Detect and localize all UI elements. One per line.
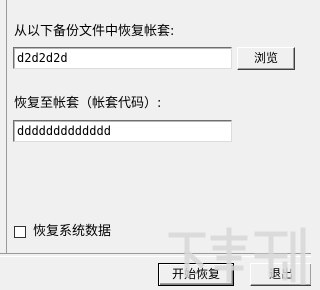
account-code-input[interactable]: ddddddddddddd <box>13 120 232 142</box>
restore-system-data-label: 恢复系统数据 <box>33 224 112 239</box>
restore-system-data-checkbox[interactable] <box>14 226 26 238</box>
left-panel-border <box>0 0 7 254</box>
browse-button[interactable]: 浏览 <box>237 47 295 70</box>
source-file-label: 从以下备份文件中恢复帐套: <box>14 24 175 39</box>
backup-file-input[interactable]: d2d2d2d <box>13 47 232 69</box>
target-account-label: 恢复至帐套（帐套代码）: <box>14 96 162 111</box>
download-site-logo-watermark-icon <box>161 220 311 290</box>
